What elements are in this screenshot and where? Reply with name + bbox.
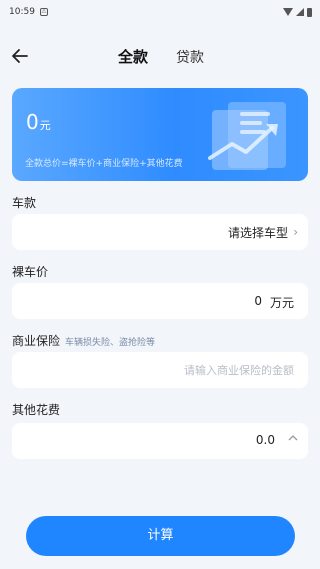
document-chart-illustration-icon xyxy=(208,102,286,170)
bare-price-label: 裸车价 xyxy=(12,265,49,279)
tab-loan[interactable]: 贷款 xyxy=(176,47,204,67)
status-time: 10:59 xyxy=(9,7,35,17)
other-costs-label: 其他花费 xyxy=(12,403,61,417)
car-model-select[interactable]: 请选择车型 › xyxy=(12,214,308,250)
bare-price-unit: 万元 xyxy=(269,296,294,310)
signal-icon xyxy=(296,8,304,16)
price-formula: 全款总价=裸车价+商业保险+其他花费 xyxy=(25,159,183,169)
header: 全款 贷款 xyxy=(0,36,320,76)
back-arrow-icon[interactable] xyxy=(8,44,32,68)
battery-icon xyxy=(307,7,312,17)
car-model-label: 车款 xyxy=(12,196,37,210)
insurance-hint: 车辆损失险、盗抢险等 xyxy=(65,338,156,348)
other-costs-value: 0.0 xyxy=(255,433,275,447)
total-price-card: 0元 全款总价=裸车价+商业保险+其他花费 xyxy=(12,88,308,181)
total-amount-value: 0 xyxy=(26,110,39,134)
chevron-right-icon: › xyxy=(293,225,298,239)
status-bar: 10:59 ⚠ xyxy=(0,0,320,24)
bare-price-value: 0 xyxy=(254,294,262,308)
calculate-button[interactable]: 计算 xyxy=(26,516,295,556)
insurance-label-row: 商业保险 车辆损失险、盗抢险等 xyxy=(12,332,155,349)
tab-full-payment[interactable]: 全款 xyxy=(118,46,148,67)
bare-price-field[interactable]: 0 万元 xyxy=(12,283,308,319)
chevron-up-icon[interactable] xyxy=(288,432,298,446)
notification-icon: ⚠ xyxy=(39,8,48,16)
total-amount-unit: 元 xyxy=(39,119,51,132)
total-amount: 0元 xyxy=(26,110,51,134)
insurance-field[interactable] xyxy=(12,352,308,388)
car-model-placeholder: 请选择车型 xyxy=(227,226,288,240)
status-icons xyxy=(283,7,312,17)
insurance-label: 商业保险 xyxy=(12,334,61,348)
insurance-input[interactable] xyxy=(12,352,308,388)
wifi-icon xyxy=(283,8,293,16)
other-costs-field[interactable]: 0.0 xyxy=(12,423,308,459)
